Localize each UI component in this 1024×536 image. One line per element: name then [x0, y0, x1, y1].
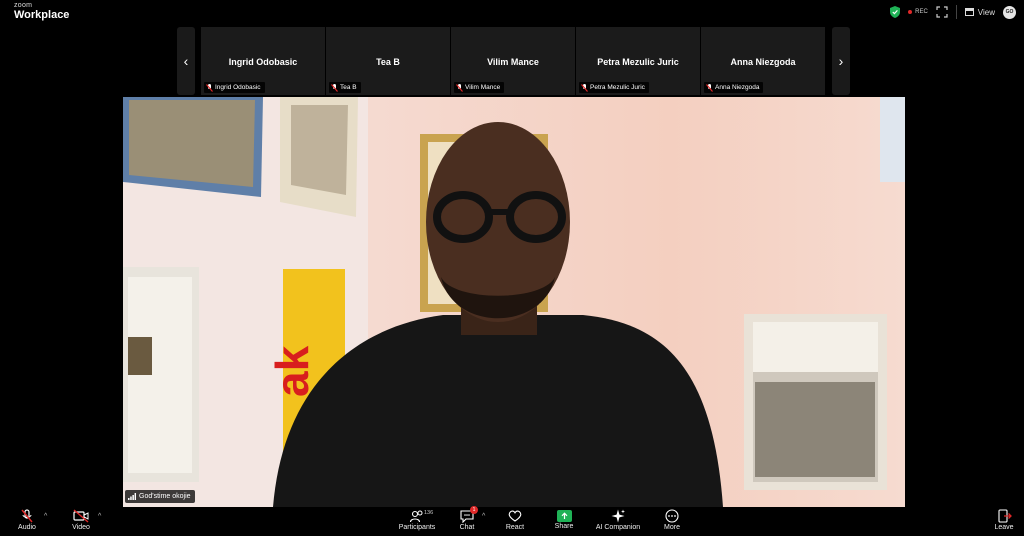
recording-indicator[interactable]: REC	[908, 9, 928, 15]
chat-icon-wrap: 1	[459, 506, 478, 524]
participant-label: Ingrid Odobasic	[215, 84, 261, 91]
speaker-video-frame: ak	[123, 97, 905, 507]
brand-zoom-text: zoom	[14, 2, 33, 9]
participant-badge: Petra Mezulic Juric	[579, 82, 649, 93]
ai-companion-label: AI Companion	[595, 524, 641, 531]
avatar[interactable]: GO	[1003, 5, 1016, 19]
svg-text:ak: ak	[266, 345, 318, 397]
top-bar: zoom Workplace REC View GO	[0, 0, 1024, 24]
participant-tile[interactable]: Petra Mezulic Juric Petra Mezulic Juric	[576, 27, 701, 95]
share-icon	[556, 510, 572, 522]
active-speaker-badge: God'stime okojie	[125, 490, 195, 503]
more-icon	[665, 509, 679, 523]
rec-label: REC	[915, 9, 928, 15]
participant-name: Ingrid Odobasic	[228, 57, 298, 67]
leave-label: Leave	[994, 524, 1014, 531]
participant-tile[interactable]: Ingrid Odobasic Ingrid Odobasic	[201, 27, 326, 95]
more-button[interactable]: More	[648, 508, 696, 536]
record-dot-icon	[908, 10, 913, 14]
leave-button[interactable]: Leave	[980, 508, 1024, 536]
leave-icon	[998, 509, 1012, 523]
mic-muted-icon	[21, 509, 33, 523]
app-brand: zoom Workplace	[14, 2, 69, 21]
participant-tile[interactable]: Vilim Mance Vilim Mance	[451, 27, 576, 95]
participant-name: Petra Mezulic Juric	[597, 57, 679, 67]
participants-count: 136	[424, 510, 434, 516]
fullscreen-icon[interactable]	[936, 6, 948, 18]
chevron-right-icon: ›	[838, 53, 844, 69]
participant-label: Vilim Mance	[465, 84, 501, 91]
view-button[interactable]: View	[964, 7, 995, 17]
gallery-prev-button[interactable]: ‹	[177, 27, 195, 95]
mic-muted-icon	[706, 83, 713, 92]
participant-tile[interactable]: Tea B Tea B	[326, 27, 451, 95]
participant-badge: Anna Niezgoda	[704, 82, 764, 93]
participant-name: Tea B	[376, 57, 400, 67]
more-label: More	[664, 524, 680, 531]
participant-badge: Vilim Mance	[454, 82, 505, 93]
main-video: ak God'stime okojie	[123, 97, 905, 507]
audio-label: Audio	[18, 524, 36, 531]
video-options-caret-icon[interactable]: ^	[98, 513, 101, 520]
participant-label: Tea B	[340, 84, 357, 91]
participant-label: Petra Mezulic Juric	[590, 84, 645, 91]
chat-label: Chat	[459, 524, 475, 531]
shield-icon[interactable]	[890, 6, 901, 18]
video-label: Video	[72, 524, 90, 531]
chat-unread-badge: 1	[470, 506, 478, 514]
participant-name: Anna Niezgoda	[730, 57, 796, 67]
react-label: React	[505, 524, 525, 531]
participant-badge: Ingrid Odobasic	[204, 82, 265, 93]
gallery-strip: Ingrid Odobasic Ingrid Odobasic Tea B Te…	[201, 27, 825, 95]
participant-tile[interactable]: Anna Niezgoda Anna Niezgoda	[701, 27, 825, 95]
audio-options-caret-icon[interactable]: ^	[44, 513, 47, 520]
top-right-controls: REC View GO	[890, 4, 1016, 20]
mic-muted-icon	[581, 83, 588, 92]
participant-label: Anna Niezgoda	[715, 84, 760, 91]
mic-muted-icon	[456, 83, 463, 92]
view-layout-icon	[964, 8, 974, 16]
sparkle-icon	[611, 509, 625, 523]
active-speaker-name: God'stime okojie	[139, 493, 191, 500]
brand-name-text: Workplace	[14, 9, 70, 21]
participants-button[interactable]: 136 Participants	[393, 508, 441, 536]
ai-companion-button[interactable]: AI Companion	[594, 508, 642, 536]
mic-muted-icon	[331, 83, 338, 92]
chevron-left-icon: ‹	[183, 53, 189, 69]
participants-icon	[409, 510, 423, 523]
top-divider	[955, 5, 957, 19]
participant-name: Vilim Mance	[487, 57, 539, 67]
meeting-toolbar: Audio ^ Video ^ 136 Participants 1 Chat …	[0, 506, 1024, 536]
react-button[interactable]: React	[491, 508, 539, 536]
share-button[interactable]: Share	[540, 508, 588, 536]
camera-off-icon	[73, 509, 89, 523]
participant-badge: Tea B	[329, 82, 361, 93]
heart-icon	[508, 510, 522, 522]
gallery-next-button[interactable]: ›	[832, 27, 850, 95]
view-label: View	[977, 7, 995, 17]
mic-muted-icon	[206, 83, 213, 92]
share-label: Share	[554, 523, 574, 530]
signal-strength-icon	[128, 493, 136, 500]
chat-options-caret-icon[interactable]: ^	[482, 513, 485, 520]
participants-label: Participants	[398, 524, 436, 531]
